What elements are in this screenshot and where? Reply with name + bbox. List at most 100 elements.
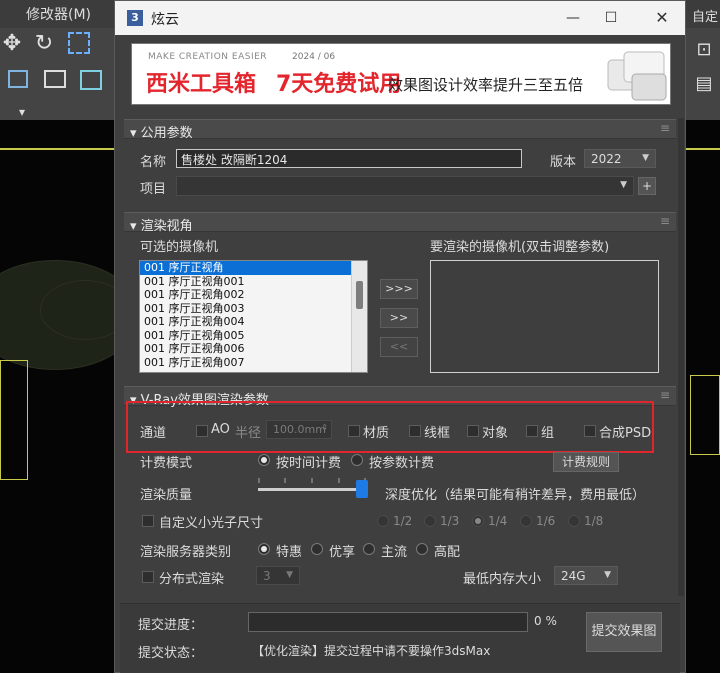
fraction-label-1: 1/2 <box>393 514 413 528</box>
snap-icon[interactable] <box>80 70 102 90</box>
distributed-checkbox[interactable] <box>142 571 154 583</box>
status-label: 提交状态： <box>138 646 204 661</box>
billing-param-radio[interactable] <box>351 454 363 466</box>
modifiers-menu[interactable]: 修改器(M) <box>26 4 91 24</box>
fraction-radio-2[interactable] <box>424 515 436 527</box>
version-value: 2022 <box>591 152 622 166</box>
layer-icon[interactable]: ▤ <box>692 72 716 96</box>
min-memory-value: 24G <box>561 569 586 583</box>
list-item[interactable]: 001 序厅正视角004 <box>140 315 367 329</box>
server-radio-2[interactable] <box>311 543 323 555</box>
progress-value: 0 % <box>534 614 557 628</box>
billing-time-label: 按时间计费 <box>276 456 342 471</box>
quality-slider-ticks <box>258 478 366 483</box>
quality-slider-thumb[interactable] <box>356 480 368 498</box>
add-all-button[interactable]: >>> <box>380 279 418 299</box>
chevron-down-icon: ▼ <box>604 570 611 580</box>
maximize-button[interactable]: ☐ <box>599 7 623 29</box>
quality-slider-track[interactable] <box>258 488 366 491</box>
list-item[interactable]: 001 序厅正视角006 <box>140 342 367 356</box>
link-icon[interactable]: ⊡ <box>692 38 716 62</box>
banner-product-art-icon <box>607 51 667 101</box>
custom-photon-checkbox[interactable] <box>142 515 154 527</box>
customize-menu[interactable]: 自定 <box>692 6 718 25</box>
ad-banner[interactable]: MAKE CREATION EASIER 西米工具箱 2024 / 06 7天免… <box>131 43 671 105</box>
fraction-label-2: 1/3 <box>440 514 460 528</box>
common-params-header[interactable]: ▾ 公用参数 ≡ <box>124 119 676 141</box>
billing-param-label: 按参数计费 <box>369 456 435 471</box>
list-item[interactable]: 001 序厅正视角 <box>140 261 367 275</box>
move-icon[interactable]: ✥ <box>0 32 24 56</box>
banner-slogan: 效果图设计效率提升三至五倍 <box>388 76 584 94</box>
grip-icon: ≡ <box>659 214 670 228</box>
min-memory-select[interactable]: 24G ▼ <box>554 566 618 585</box>
render-camera-list[interactable] <box>430 260 659 373</box>
render-cameras-label: 要渲染的摄像机(双击调整参数) <box>430 240 610 255</box>
list-item[interactable]: 001 序厅正视角002 <box>140 288 367 302</box>
banner-trial: 7天免费试用 <box>276 72 402 97</box>
channel-highlight-frame <box>126 401 654 453</box>
scroll-thumb[interactable] <box>356 281 363 309</box>
banner-brand: 西米工具箱 <box>146 72 257 97</box>
rotate-icon[interactable]: ↻ <box>32 32 56 56</box>
server-radio-4[interactable] <box>416 543 428 555</box>
list-item[interactable]: 001 序厅正视角007 <box>140 356 367 370</box>
add-button[interactable]: >> <box>380 308 418 328</box>
server-label: 渲染服务器类别 <box>140 545 232 560</box>
project-select[interactable]: ▼ <box>176 176 634 196</box>
render-frame-icon[interactable] <box>44 70 66 88</box>
close-button[interactable]: ✕ <box>650 7 674 29</box>
quality-description: 深度优化（结果可能有稍许差异，费用最低） <box>385 488 646 503</box>
grip-icon: ≡ <box>659 388 670 402</box>
quality-label: 渲染质量 <box>140 488 193 503</box>
list-item[interactable]: 001 序厅正视角005 <box>140 329 367 343</box>
available-camera-list[interactable]: 001 序厅正视角 001 序厅正视角001 001 序厅正视角002 001 … <box>139 260 368 373</box>
fraction-label-5: 1/8 <box>584 514 604 528</box>
version-select[interactable]: 2022 ▼ <box>584 149 656 168</box>
camera-section-title: ▾ 渲染视角 <box>130 219 193 234</box>
server-label-3: 主流 <box>381 545 408 560</box>
fraction-label-3: 1/4 <box>488 514 508 528</box>
common-params-title: ▾ 公用参数 <box>130 126 193 141</box>
server-radio-3[interactable] <box>363 543 375 555</box>
billing-rules-button[interactable]: 计费规则 <box>553 452 619 472</box>
banner-tagline: MAKE CREATION EASIER <box>148 52 268 62</box>
server-label-2: 优享 <box>329 545 356 560</box>
chevron-down-icon: ▼ <box>642 153 649 163</box>
fraction-radio-3[interactable] <box>472 515 484 527</box>
window-icon[interactable] <box>8 70 28 88</box>
minimize-button[interactable]: — <box>561 7 585 29</box>
distributed-select[interactable]: 3 ▼ <box>256 566 300 585</box>
version-label: 版本 <box>550 155 577 170</box>
dialog-scrollbar[interactable] <box>678 118 684 596</box>
status-text: 【优化渲染】提交过程中请不要操作3dsMax <box>252 644 491 658</box>
name-input[interactable]: 售楼处 改隔断1204 <box>176 149 522 168</box>
billing-label: 计费模式 <box>140 456 193 471</box>
available-cameras-label: 可选的摄像机 <box>140 240 219 255</box>
fraction-radio-1[interactable] <box>377 515 389 527</box>
chevron-down-icon: ▼ <box>286 570 293 580</box>
server-radio-1[interactable] <box>258 543 270 555</box>
grip-icon: ≡ <box>659 121 670 135</box>
submit-render-button[interactable]: 提交效果图 <box>586 612 662 652</box>
chevron-down-icon: ▼ <box>620 180 627 190</box>
distributed-label: 分布式渲染 <box>159 572 225 587</box>
name-label: 名称 <box>140 155 167 170</box>
list-scrollbar[interactable] <box>351 261 367 372</box>
progress-label: 提交进度： <box>138 618 204 633</box>
scene-object-outline <box>0 360 28 480</box>
fraction-radio-4[interactable] <box>520 515 532 527</box>
select-region-icon[interactable] <box>68 32 90 54</box>
fraction-label-4: 1/6 <box>536 514 556 528</box>
list-item[interactable]: 001 序厅正视角003 <box>140 302 367 316</box>
title-bar: 3 炫云 — ☐ ✕ <box>115 1 685 35</box>
distributed-value: 3 <box>263 569 271 583</box>
fraction-radio-5[interactable] <box>568 515 580 527</box>
remove-button[interactable]: << <box>380 337 418 357</box>
submit-progress-bar <box>248 612 528 632</box>
billing-time-radio[interactable] <box>258 454 270 466</box>
add-project-button[interactable]: + <box>638 177 656 195</box>
project-label: 项目 <box>140 182 167 197</box>
list-item[interactable]: 001 序厅正视角001 <box>140 275 367 289</box>
camera-section-header[interactable]: ▾ 渲染视角 ≡ <box>124 212 676 234</box>
